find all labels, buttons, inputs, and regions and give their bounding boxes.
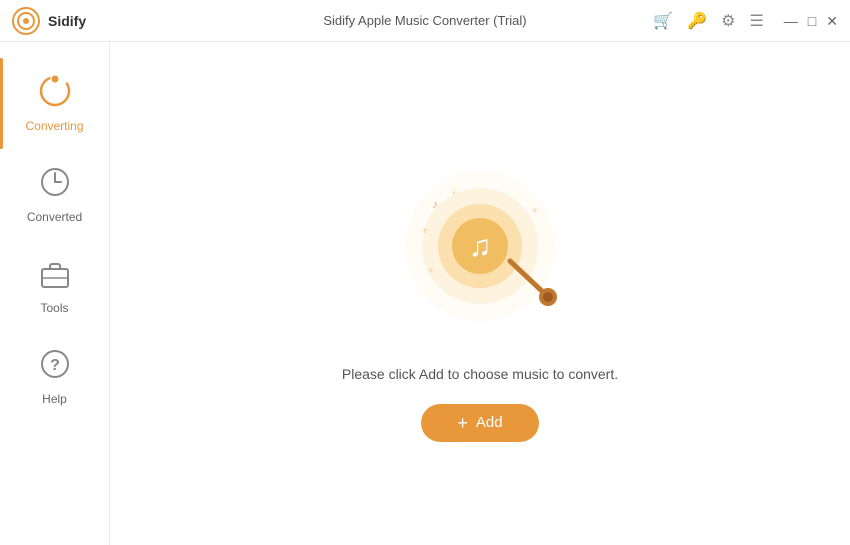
- converted-icon: [38, 165, 72, 199]
- sidebar-item-converted[interactable]: Converted: [0, 149, 109, 240]
- music-illustration: ♫ ♪ ♩ + + +: [380, 146, 580, 346]
- svg-text:+: +: [428, 266, 434, 277]
- music-svg: ♫ ♪ ♩ + + +: [380, 146, 600, 356]
- converting-label: Converting: [25, 119, 83, 133]
- help-label: Help: [42, 392, 67, 406]
- converting-icon-wrapper: [38, 74, 72, 113]
- main-layout: Converting Converted: [0, 42, 850, 545]
- svg-text:+: +: [422, 226, 428, 237]
- sidebar-item-converting[interactable]: Converting: [0, 58, 109, 149]
- key-icon[interactable]: 🔑: [687, 11, 707, 31]
- tools-label: Tools: [40, 301, 68, 315]
- add-button[interactable]: + Add: [421, 404, 538, 442]
- svg-text:♪: ♪: [432, 197, 438, 211]
- content-area: ♫ ♪ ♩ + + + Please click Add to choose m…: [110, 42, 850, 545]
- svg-text:♫: ♫: [469, 230, 492, 263]
- svg-text:?: ?: [50, 357, 60, 374]
- converted-label: Converted: [27, 210, 82, 224]
- close-button[interactable]: ✕: [826, 14, 838, 28]
- tools-icon-wrapper: [38, 256, 72, 295]
- help-icon-wrapper: ?: [38, 347, 72, 386]
- title-bar-center: Sidify Apple Music Converter (Trial): [323, 13, 526, 28]
- sidebar-item-tools[interactable]: Tools: [0, 240, 109, 331]
- title-bar-left: Sidify: [12, 7, 86, 35]
- window-title: Sidify Apple Music Converter (Trial): [323, 13, 526, 28]
- minimize-button[interactable]: —: [784, 14, 798, 28]
- converting-icon: [38, 74, 72, 108]
- sidebar: Converting Converted: [0, 42, 110, 545]
- help-icon: ?: [38, 347, 72, 381]
- title-bar: Sidify Sidify Apple Music Converter (Tri…: [0, 0, 850, 42]
- converted-icon-wrapper: [38, 165, 72, 204]
- settings-icon[interactable]: ⚙: [721, 11, 735, 31]
- app-logo: [12, 7, 40, 35]
- svg-text:♩: ♩: [452, 186, 462, 197]
- add-label: Add: [476, 414, 503, 431]
- prompt-text: Please click Add to choose music to conv…: [342, 366, 618, 382]
- menu-icon[interactable]: ☰: [749, 11, 763, 31]
- cart-icon[interactable]: 🛒: [653, 11, 673, 31]
- window-controls: — □ ✕: [784, 14, 838, 28]
- title-bar-right: 🛒 🔑 ⚙ ☰ — □ ✕: [653, 11, 838, 31]
- maximize-button[interactable]: □: [808, 14, 816, 28]
- add-plus-icon: +: [457, 414, 468, 432]
- sidebar-item-help[interactable]: ? Help: [0, 331, 109, 422]
- tools-icon: [38, 256, 72, 290]
- svg-text:+: +: [532, 206, 538, 217]
- app-brand-label: Sidify: [48, 13, 86, 29]
